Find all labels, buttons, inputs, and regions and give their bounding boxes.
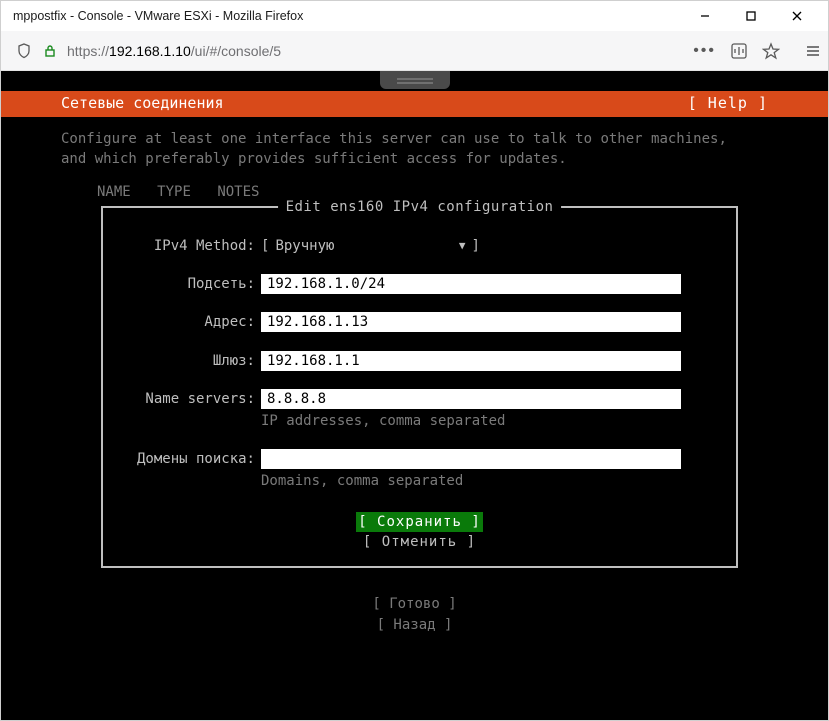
ipv4-config-dialog: Edit ens160 IPv4 configuration IPv4 Meth… bbox=[101, 206, 738, 568]
done-button[interactable]: [ Готово ] bbox=[372, 596, 456, 612]
searchdomains-input[interactable] bbox=[261, 449, 681, 469]
col-name: NAME bbox=[97, 184, 131, 200]
method-dropdown[interactable]: [ Вручную▼ ] bbox=[261, 236, 718, 256]
subnet-label: Подсеть: bbox=[121, 274, 261, 294]
gateway-label: Шлюз: bbox=[121, 351, 261, 371]
address-bar[interactable]: https://192.168.1.10/ui/#/console/5 bbox=[7, 35, 685, 67]
address-label: Адрес: bbox=[121, 312, 261, 332]
console-tab-handle[interactable] bbox=[380, 71, 450, 89]
bookmark-star-icon[interactable] bbox=[762, 42, 780, 60]
gateway-input[interactable]: 192.168.1.1 bbox=[261, 351, 681, 371]
chevron-down-icon: ▼ bbox=[459, 238, 466, 254]
cancel-button[interactable]: [ Отменить ] bbox=[363, 532, 476, 552]
method-value: Вручную bbox=[275, 236, 334, 256]
url-host: 192.168.1.10 bbox=[109, 43, 191, 59]
window-maximize-button[interactable] bbox=[728, 1, 774, 31]
subnet-input[interactable]: 192.168.1.0/24 bbox=[261, 274, 681, 294]
browser-toolbar: https://192.168.1.10/ui/#/console/5 ••• bbox=[1, 31, 828, 71]
vm-console[interactable]: Сетевые соединения [ Help ] Configure at… bbox=[1, 71, 828, 720]
tui-header-title: Сетевые соединения bbox=[61, 93, 688, 115]
hamburger-menu-icon[interactable] bbox=[804, 42, 822, 60]
help-button[interactable]: [ Help ] bbox=[688, 93, 768, 115]
col-type: TYPE bbox=[157, 184, 191, 200]
lock-icon bbox=[41, 42, 59, 60]
footer-buttons: [ Готово ] [ Назад ] bbox=[1, 594, 828, 635]
back-button[interactable]: [ Назад ] bbox=[377, 617, 453, 633]
url-prefix: https:// bbox=[67, 43, 109, 59]
searchdomains-hint: Domains, comma separated bbox=[261, 471, 718, 491]
tui-header: Сетевые соединения [ Help ] bbox=[1, 91, 828, 117]
method-label: IPv4 Method: bbox=[121, 236, 261, 256]
url-text: https://192.168.1.10/ui/#/console/5 bbox=[67, 43, 281, 59]
window-title: mppostfix - Console - VMware ESXi - Mozi… bbox=[9, 9, 682, 23]
window-minimize-button[interactable] bbox=[682, 1, 728, 31]
save-button[interactable]: [ Сохранить ] bbox=[356, 512, 483, 532]
searchdomains-label: Домены поиска: bbox=[121, 449, 261, 469]
nameservers-input[interactable]: 8.8.8.8 bbox=[261, 389, 681, 409]
nameservers-hint: IP addresses, comma separated bbox=[261, 411, 718, 431]
nameservers-label: Name servers: bbox=[121, 389, 261, 409]
reader-mode-icon[interactable] bbox=[730, 42, 748, 60]
dialog-title: Edit ens160 IPv4 configuration bbox=[278, 197, 562, 217]
page-actions-icon[interactable]: ••• bbox=[693, 42, 716, 60]
url-path: /ui/#/console/5 bbox=[191, 43, 281, 59]
address-input[interactable]: 192.168.1.13 bbox=[261, 312, 681, 332]
window-close-button[interactable] bbox=[774, 1, 820, 31]
col-notes: NOTES bbox=[217, 184, 259, 200]
shield-icon bbox=[15, 42, 33, 60]
tui-description: Configure at least one interface this se… bbox=[1, 117, 828, 176]
window-titlebar: mppostfix - Console - VMware ESXi - Mozi… bbox=[1, 1, 828, 31]
